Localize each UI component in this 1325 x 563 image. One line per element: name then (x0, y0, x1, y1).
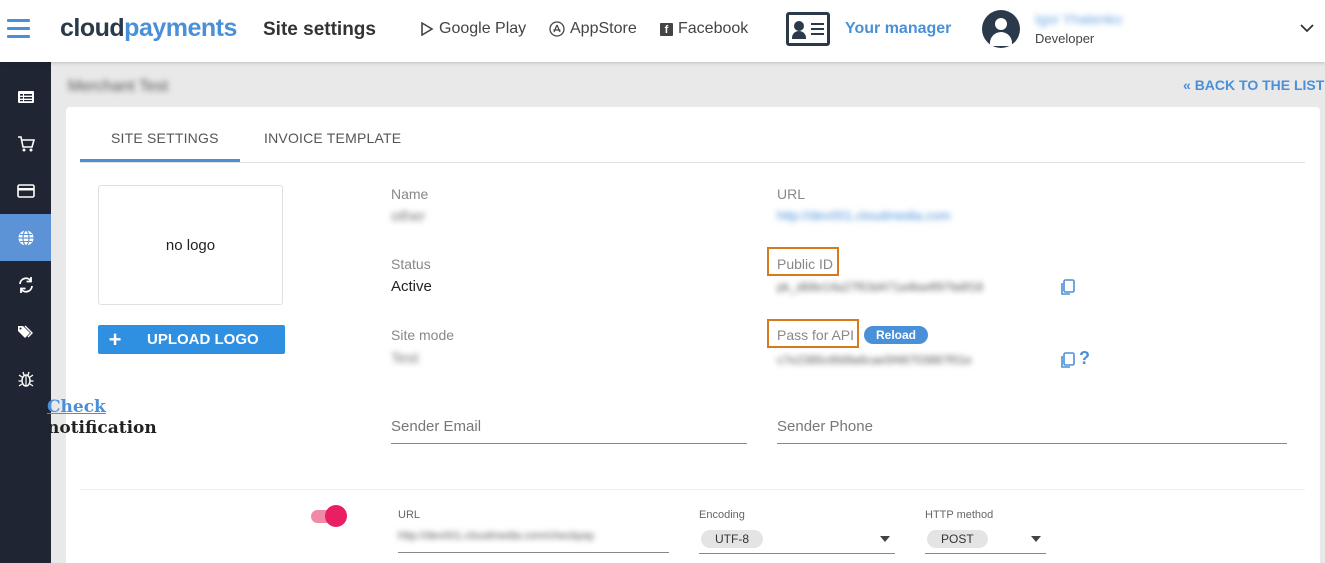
settings-card: SITE SETTINGS INVOICE TEMPLATE no logo +… (66, 107, 1320, 563)
user-name: Igor Yhatenko (1035, 11, 1122, 27)
card-icon (16, 183, 35, 198)
sidebar-item-cards[interactable] (0, 167, 51, 214)
public-id-value: pk_d68e14a27f53d471a4ba4f97fa6f18 (777, 280, 984, 294)
name-label: Name (391, 186, 429, 202)
check-notification-subtitle: notification (47, 418, 157, 438)
facebook-link[interactable]: f Facebook (660, 20, 748, 38)
tab-site-settings[interactable]: SITE SETTINGS (111, 130, 219, 146)
top-bar: cloudpayments Site settings Google Play … (0, 0, 1325, 62)
check-notification-toggle[interactable] (311, 505, 347, 527)
http-method-dropdown-arrow-icon[interactable] (1031, 536, 1041, 542)
back-to-list-link[interactable]: « BACK TO THE LIST (1183, 77, 1324, 93)
copy-api-pass-icon[interactable] (1059, 352, 1075, 369)
upload-logo-label: UPLOAD LOGO (147, 331, 259, 348)
user-role: Developer (1035, 31, 1095, 46)
api-pass-value: c7e2385c6fd9a6cae5f48703887f01e (777, 353, 972, 367)
help-icon[interactable]: ? (1079, 348, 1090, 369)
sender-phone-placeholder: Sender Phone (777, 418, 873, 435)
sidebar (0, 62, 51, 563)
page-title: Site settings (263, 19, 376, 40)
http-method-underline (925, 553, 1046, 554)
sidebar-item-debug[interactable] (0, 355, 51, 402)
sync-icon (18, 276, 33, 293)
tabs-divider (80, 162, 1305, 163)
upload-logo-button[interactable]: + UPLOAD LOGO (98, 325, 285, 354)
encoding-dropdown-arrow-icon[interactable] (880, 536, 890, 542)
section-divider (80, 489, 1305, 490)
double-chevron-left-icon: « (1183, 77, 1191, 93)
manager-card-icon[interactable] (786, 12, 830, 46)
copy-public-id-icon[interactable] (1059, 279, 1075, 296)
encoding-underline (699, 553, 895, 554)
sidebar-item-list[interactable] (0, 73, 51, 120)
sidebar-item-subscriptions[interactable] (0, 261, 51, 308)
tags-icon (17, 325, 33, 338)
url-label: URL (777, 186, 806, 202)
appstore-icon (549, 21, 565, 37)
no-logo-text: no logo (165, 236, 216, 254)
cart-icon (17, 135, 35, 151)
sender-email-placeholder: Sender Email (391, 418, 482, 435)
appstore-link[interactable]: AppStore (549, 20, 637, 38)
status-value: Active (391, 278, 432, 295)
encoding-label: Encoding (699, 509, 745, 521)
sidebar-item-cart[interactable] (0, 120, 51, 167)
google-play-label: Google Play (439, 20, 527, 37)
back-to-list-label: BACK TO THE LIST (1194, 77, 1325, 93)
brand-logo[interactable]: cloudpayments (60, 14, 237, 43)
reload-button[interactable]: Reload (864, 326, 928, 344)
chevron-down-icon[interactable] (1300, 21, 1314, 35)
google-play-link[interactable]: Google Play (420, 20, 526, 38)
url-value[interactable]: http://dev001.cloudmedia.com (777, 208, 950, 223)
encoding-select-value[interactable]: UTF-8 (701, 530, 763, 548)
avatar[interactable] (982, 10, 1020, 48)
notification-url-value: http://dev001.cloudmedia.com/checkpay (398, 530, 595, 542)
plus-icon: + (108, 327, 122, 352)
brand-part-2: payments (124, 14, 237, 42)
active-tab-indicator (80, 159, 240, 162)
merchant-name: Merchant Test (68, 78, 169, 95)
http-method-label: HTTP method (925, 509, 994, 521)
list-icon (17, 90, 34, 103)
menu-icon[interactable] (7, 19, 30, 39)
appstore-label: AppStore (570, 20, 637, 37)
http-method-select-value[interactable]: POST (927, 530, 988, 548)
status-label: Status (391, 256, 431, 272)
site-mode-label: Site mode (391, 327, 455, 343)
tab-invoice-template[interactable]: INVOICE TEMPLATE (264, 130, 401, 146)
logo-preview: no logo (98, 185, 283, 305)
sidebar-item-sites[interactable] (0, 214, 51, 261)
notification-url-underline[interactable] (398, 552, 669, 553)
facebook-icon: f (660, 22, 673, 36)
sender-email-field[interactable]: Sender Email (391, 413, 747, 444)
name-value: other (391, 208, 426, 225)
site-mode-value: Test (391, 350, 419, 367)
check-notification-link[interactable]: Check (47, 397, 157, 418)
public-id-label: Public ID (777, 256, 834, 272)
api-pass-label: Pass for API (777, 327, 855, 343)
sender-phone-field[interactable]: Sender Phone (777, 413, 1287, 444)
play-icon (421, 22, 434, 36)
check-notification-title: Check notification (47, 397, 157, 439)
brand-part-1: cloud (60, 14, 125, 42)
sidebar-item-tags[interactable] (0, 308, 51, 355)
globe-icon (18, 229, 33, 246)
your-manager-link[interactable]: Your manager (845, 20, 951, 38)
bug-icon (18, 371, 33, 387)
facebook-label: Facebook (678, 20, 749, 37)
notification-url-label: URL (398, 509, 421, 521)
